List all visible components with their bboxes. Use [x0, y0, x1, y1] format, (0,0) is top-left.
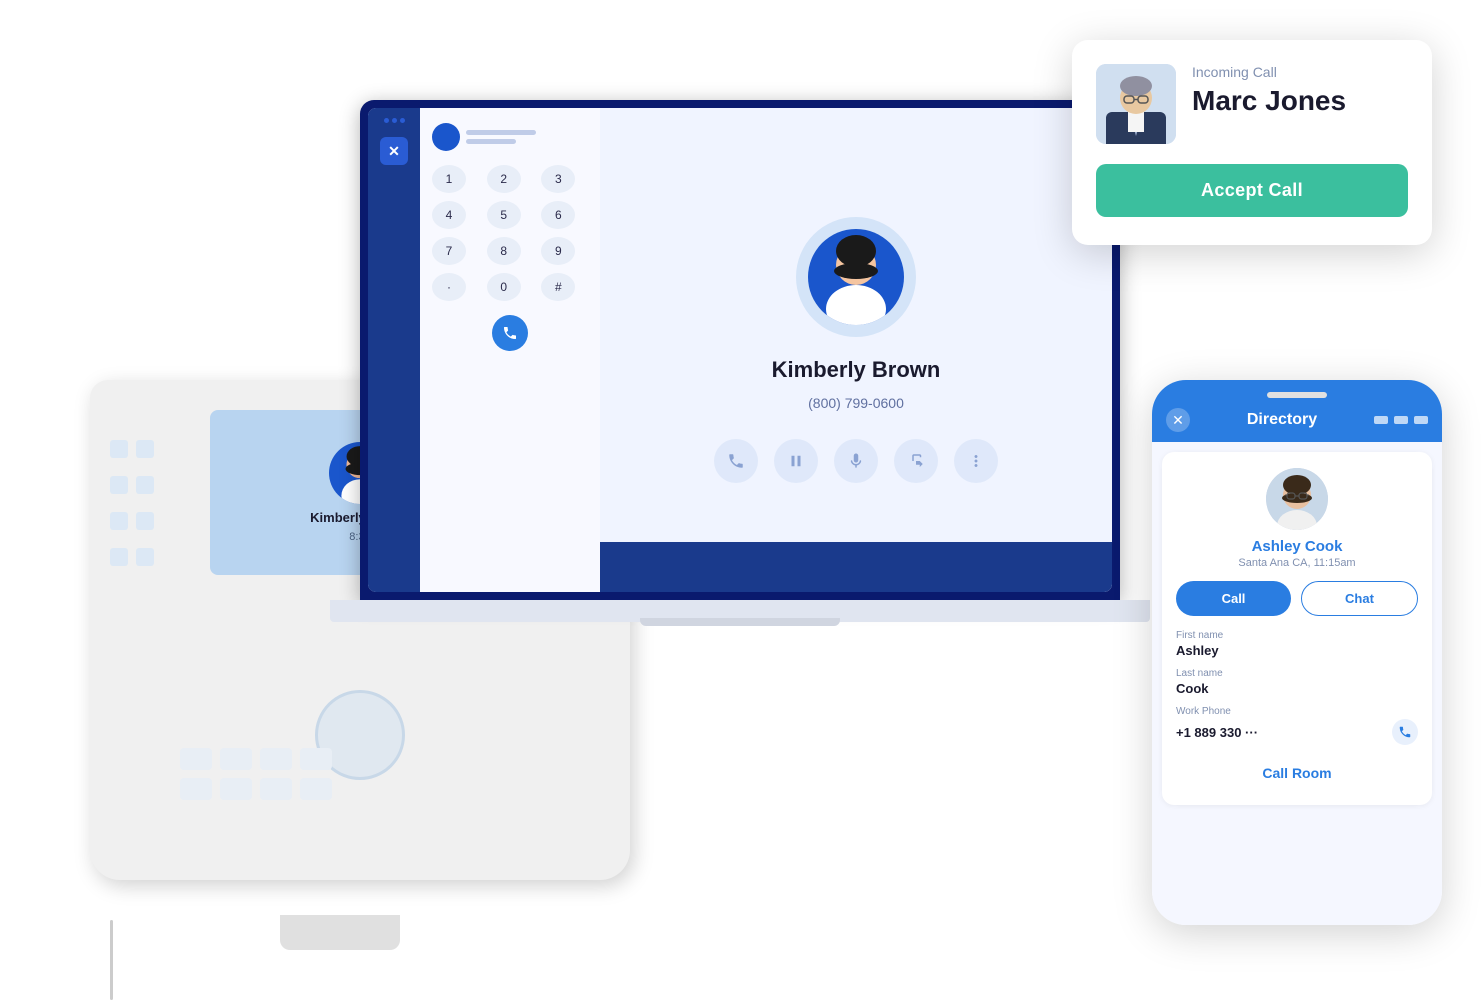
contact-action-row: Call Chat [1176, 581, 1418, 616]
work-phone-value: +1 889 330 ··· [1176, 725, 1258, 740]
accept-call-button[interactable]: Accept Call [1096, 164, 1408, 217]
first-name-field: First name Ashley [1176, 630, 1418, 658]
first-name-value: Ashley [1176, 643, 1418, 658]
first-name-label: First name [1176, 630, 1418, 641]
mobile-notch [1267, 392, 1327, 398]
last-name-label: Last name [1176, 668, 1418, 679]
sidebar-dots [384, 118, 405, 123]
contact-chat-button[interactable]: Chat [1301, 581, 1418, 616]
ic-top: Incoming Call Marc Jones [1096, 64, 1408, 144]
work-phone-call-icon[interactable] [1392, 719, 1418, 745]
mobile-close-button[interactable]: ✕ [1166, 408, 1190, 432]
dial-key-2[interactable]: 2 [487, 165, 521, 193]
dial-key-5[interactable]: 5 [487, 201, 521, 229]
sidebar-x-icon[interactable]: ✕ [380, 137, 408, 165]
dial-call-button[interactable] [492, 315, 528, 351]
mobile-header-title: Directory [1247, 411, 1317, 429]
ic-caller-name: Marc Jones [1192, 84, 1346, 118]
dialer-contact [432, 123, 588, 151]
call-avatar-ring [796, 217, 916, 337]
call-action-transfer[interactable] [894, 439, 938, 483]
contact-name: Ashley Cook [1176, 538, 1418, 555]
phone-left-buttons [110, 440, 154, 566]
phone-keypad [180, 748, 332, 800]
dial-key-4[interactable]: 4 [432, 201, 466, 229]
app-sidebar: ✕ [368, 108, 420, 592]
call-action-phone[interactable] [714, 439, 758, 483]
scene: Kimberly Brown 8:34 [0, 0, 1482, 929]
call-room-button[interactable]: Call Room [1176, 755, 1418, 791]
incoming-call-popup: Incoming Call Marc Jones Accept Call [1072, 40, 1432, 245]
call-action-mute[interactable] [834, 439, 878, 483]
laptop-bezel: ✕ 1 2 3 4 [368, 108, 1112, 592]
dial-key-7[interactable]: 7 [432, 237, 466, 265]
contact-avatar [1266, 468, 1328, 530]
mobile-header: ✕ Directory [1152, 380, 1442, 442]
dial-key-6[interactable]: 6 [541, 201, 575, 229]
contact-call-button[interactable]: Call [1176, 581, 1291, 616]
laptop-bottom-bar [600, 542, 1112, 592]
dial-key-8[interactable]: 8 [487, 237, 521, 265]
mobile-screen: ✕ Directory [1152, 380, 1442, 925]
dial-key-hash[interactable]: # [541, 273, 575, 301]
call-contact-number: (800) 799-0600 [808, 395, 904, 411]
dialer-avatar [432, 123, 460, 151]
dialer-area: 1 2 3 4 5 6 7 8 9 · 0 # [420, 108, 600, 592]
contact-card: Ashley Cook Santa Ana CA, 11:15am Call C… [1162, 452, 1432, 805]
ic-caller-avatar [1096, 64, 1176, 144]
laptop-foot [640, 618, 840, 626]
last-name-field: Last name Cook [1176, 668, 1418, 696]
call-main-screen: Kimberly Brown (800) 799-0600 [600, 108, 1112, 592]
call-action-more[interactable] [954, 439, 998, 483]
ic-label: Incoming Call [1192, 64, 1346, 80]
laptop: ✕ 1 2 3 4 [330, 100, 1150, 720]
call-action-pause[interactable] [774, 439, 818, 483]
last-name-value: Cook [1176, 681, 1418, 696]
dial-key-3[interactable]: 3 [541, 165, 575, 193]
phone-cord [110, 920, 113, 1000]
work-phone-field: Work Phone +1 889 330 ··· [1176, 706, 1418, 745]
dial-key-9[interactable]: 9 [541, 237, 575, 265]
dialer-grid: 1 2 3 4 5 6 7 8 9 · 0 # [432, 165, 588, 301]
phone-stand [280, 915, 400, 950]
call-avatar [808, 229, 904, 325]
mobile-status-bar [1374, 416, 1428, 424]
mobile-phone: ✕ Directory [1152, 380, 1442, 925]
dial-key-1[interactable]: 1 [432, 165, 466, 193]
laptop-screen: ✕ 1 2 3 4 [360, 100, 1120, 600]
call-contact-name: Kimberly Brown [772, 357, 941, 383]
dial-key-dot[interactable]: · [432, 273, 466, 301]
call-action-buttons [714, 439, 998, 483]
work-phone-label: Work Phone [1176, 706, 1418, 717]
contact-location: Santa Ana CA, 11:15am [1176, 557, 1418, 569]
dial-key-0[interactable]: 0 [487, 273, 521, 301]
